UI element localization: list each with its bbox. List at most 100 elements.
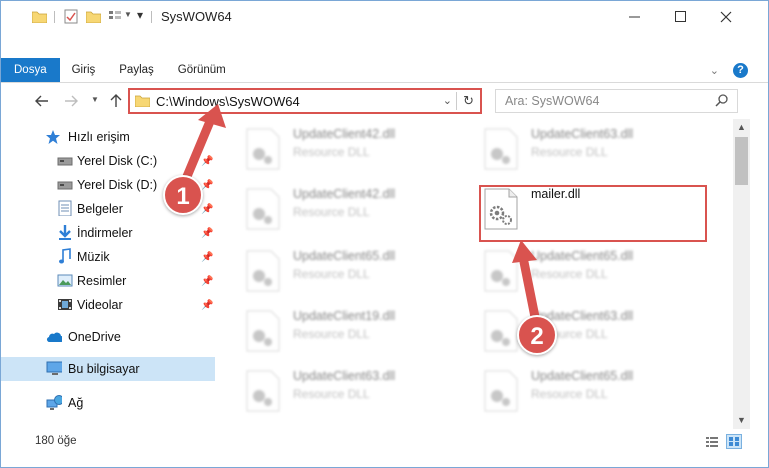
search-input[interactable]: Ara: SysWOW64 (505, 94, 599, 108)
list-item[interactable]: UpdateClient42.dll Resource DLL (245, 125, 475, 175)
ribbon-bar (1, 58, 768, 83)
address-bar[interactable]: C:\Windows\SysWOW64 ⌄ ↻ (128, 88, 482, 114)
sidebar-item-network[interactable]: Ağ (1, 391, 215, 415)
status-bar: 180 öğe (1, 429, 768, 467)
separator (54, 11, 55, 23)
list-item[interactable]: UpdateClient65.dll Resource DLL (483, 247, 713, 297)
minimize-icon (628, 16, 640, 18)
sidebar-item-quick-access[interactable]: Hızlı erişim (1, 125, 215, 149)
window-title: SysWOW64 (161, 9, 232, 24)
file-type: Resource DLL (293, 145, 370, 159)
forward-arrow-icon[interactable] (64, 95, 78, 107)
search-icon[interactable] (715, 93, 729, 107)
dll-file-icon (484, 310, 518, 352)
sidebar-item-label: Belgeler (77, 202, 123, 216)
view-options-icon[interactable] (108, 10, 122, 23)
cloud-icon (46, 332, 62, 343)
sidebar-item-this-pc[interactable]: Bu bilgisayar (1, 357, 215, 381)
list-item[interactable]: UpdateClient19.dll Resource DLL (245, 307, 475, 357)
refresh-icon[interactable]: ↻ (463, 93, 474, 109)
sidebar-item-drive-c[interactable]: Yerel Disk (C:) 📌 (1, 149, 215, 173)
list-item[interactable]: UpdateClient65.dll Resource DLL (245, 247, 475, 297)
scroll-down-icon[interactable]: ▼ (733, 412, 750, 429)
pictures-icon (57, 274, 73, 287)
scroll-thumb[interactable] (735, 137, 748, 185)
list-item[interactable]: UpdateClient65.dll Resource DLL (483, 367, 713, 417)
sidebar-item-label: Ağ (68, 396, 84, 410)
dll-file-icon (246, 370, 280, 412)
scroll-up-icon[interactable]: ▲ (733, 119, 750, 136)
chevron-down-icon[interactable]: ▼ (124, 10, 132, 19)
large-icons-view-icon[interactable] (726, 434, 742, 449)
sidebar-item-label: Hızlı erişim (68, 130, 130, 144)
details-view-icon[interactable] (705, 436, 719, 448)
title-bar: ▼ ▾ SysWOW64 (1, 1, 768, 32)
dll-file-icon (246, 128, 280, 170)
star-icon (46, 130, 60, 144)
download-icon (59, 225, 71, 240)
pin-icon[interactable]: 📌 (201, 276, 213, 287)
sidebar-item-label: İndirmeler (77, 226, 133, 240)
back-arrow-icon[interactable] (35, 95, 49, 107)
chevron-down-icon[interactable]: ⌄ (443, 94, 452, 107)
sidebar-item-label: Yerel Disk (D:) (77, 178, 158, 192)
mailer-dll-highlight (479, 185, 707, 242)
minimize-button[interactable] (611, 1, 657, 32)
music-icon (59, 248, 71, 264)
pin-icon[interactable]: 📌 (201, 156, 213, 167)
documents-icon (58, 200, 72, 216)
sidebar-item-label: Bu bilgisayar (68, 362, 140, 376)
new-folder-icon[interactable] (86, 10, 101, 23)
sidebar-item-downloads[interactable]: İndirmeler 📌 (1, 221, 215, 245)
navigation-pane: Hızlı erişim Yerel Disk (C:) 📌 Yerel Dis… (1, 119, 217, 429)
file-type: Resource DLL (531, 145, 608, 159)
file-type: Resource DLL (293, 267, 370, 281)
sidebar-item-music[interactable]: Müzik 📌 (1, 245, 215, 269)
address-path[interactable]: C:\Windows\SysWOW64 (156, 94, 300, 109)
dll-file-icon (246, 250, 280, 292)
recent-locations-icon[interactable]: ▼ (91, 95, 99, 104)
maximize-icon (674, 11, 686, 22)
dll-file-icon (484, 250, 518, 292)
computer-icon (46, 361, 62, 375)
sidebar-item-label: Müzik (77, 250, 110, 264)
ribbon-controls: ⌄ ? (710, 63, 748, 78)
up-arrow-icon[interactable] (110, 94, 122, 108)
item-count: 180 öğe (35, 435, 77, 447)
properties-icon[interactable] (64, 9, 78, 24)
dll-file-icon (246, 310, 280, 352)
pin-icon[interactable]: 📌 (201, 180, 213, 191)
close-icon (720, 11, 732, 22)
pin-icon[interactable]: 📌 (201, 300, 213, 311)
pin-icon[interactable]: 📌 (201, 228, 213, 239)
sidebar-item-label: Yerel Disk (C:) (77, 154, 158, 168)
file-type: Resource DLL (293, 327, 370, 341)
file-name: UpdateClient42.dll (293, 127, 396, 141)
separator (456, 92, 457, 110)
file-name: UpdateClient65.dll (293, 249, 396, 263)
step-one-callout: 1 (163, 175, 203, 215)
vertical-scrollbar[interactable]: ▲ ▼ (733, 119, 750, 429)
sidebar-item-pictures[interactable]: Resimler 📌 (1, 269, 215, 293)
maximize-button[interactable] (657, 1, 703, 32)
pin-icon[interactable]: 📌 (201, 252, 213, 263)
network-icon (46, 395, 62, 410)
file-type: Resource DLL (531, 267, 608, 281)
list-item[interactable]: UpdateClient42.dll Resource DLL (245, 185, 475, 235)
close-button[interactable] (703, 1, 749, 32)
help-icon[interactable]: ? (733, 63, 748, 78)
sidebar-item-videos[interactable]: Videolar 📌 (1, 293, 215, 317)
file-type: Resource DLL (531, 387, 608, 401)
sidebar-item-onedrive[interactable]: OneDrive (1, 325, 215, 349)
drive-icon (57, 157, 73, 166)
file-name: UpdateClient65.dll (531, 249, 634, 263)
file-name: UpdateClient63.dll (293, 369, 396, 383)
explorer-window: ▼ ▾ SysWOW64 Dosya Giriş Paylaş Görünüm … (0, 0, 769, 468)
step-two-callout: 2 (517, 315, 557, 355)
expand-ribbon-icon[interactable]: ⌄ (710, 64, 719, 77)
customize-toolbar-icon[interactable]: ▾ (137, 8, 143, 22)
list-item[interactable]: UpdateClient63.dll Resource DLL (245, 367, 475, 417)
search-box[interactable]: Ara: SysWOW64 (495, 89, 738, 113)
list-item[interactable]: UpdateClient63.dll Resource DLL (483, 125, 713, 175)
pin-icon[interactable]: 📌 (201, 204, 213, 215)
